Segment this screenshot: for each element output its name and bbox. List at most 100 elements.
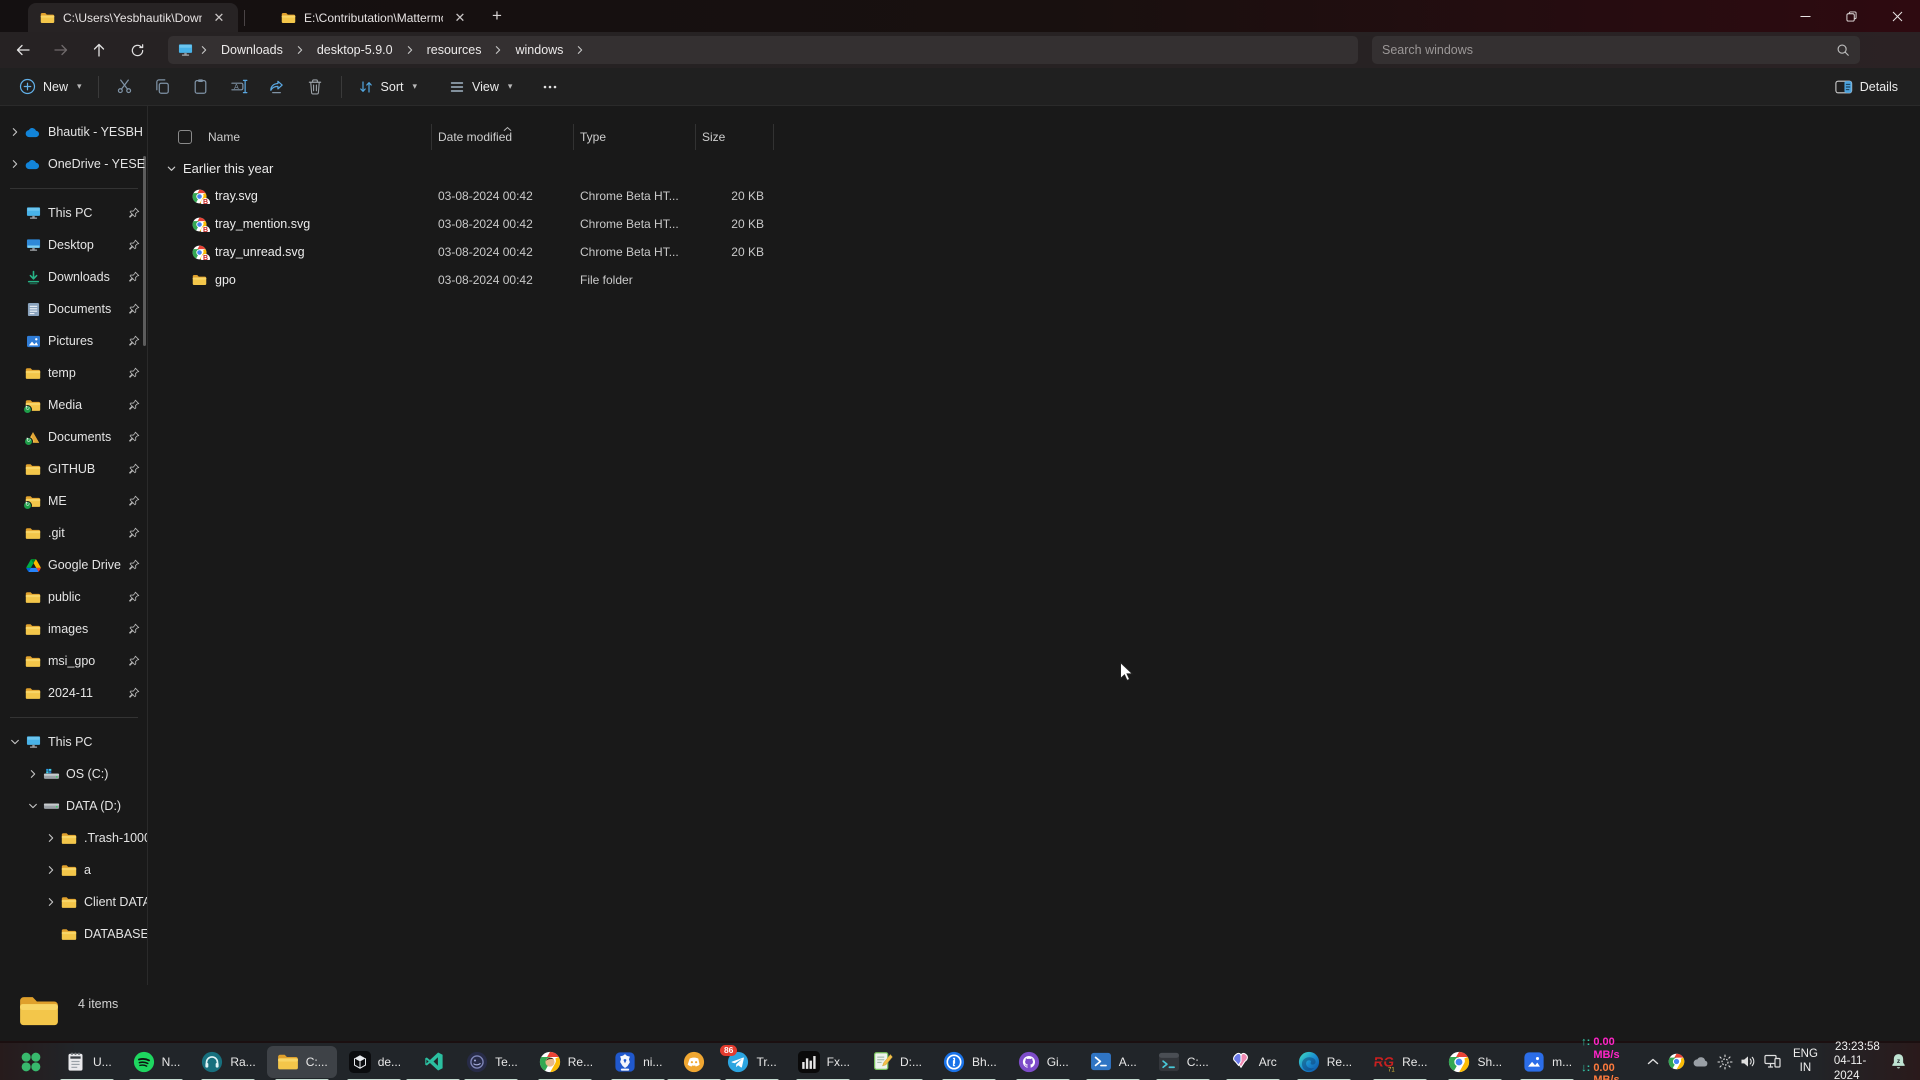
tray-volume-icon[interactable] xyxy=(1737,1047,1761,1077)
sidebar-item-msi-gpo[interactable]: msi_gpo xyxy=(0,645,148,677)
column-header-date-modified[interactable]: Date modified xyxy=(432,124,574,150)
forward-button[interactable] xyxy=(46,36,76,64)
sidebar-item-client-data[interactable]: Client DATA xyxy=(0,886,148,918)
sidebar-item-google-drive[interactable]: Google Drive xyxy=(0,549,148,581)
chevron-right-icon[interactable] xyxy=(26,769,40,779)
tray-brightness-icon[interactable] xyxy=(1713,1047,1737,1077)
notification-bell-button[interactable]: z xyxy=(1888,1047,1910,1077)
share-button[interactable] xyxy=(258,72,296,102)
breadcrumb-segment-resources[interactable]: resources xyxy=(419,41,490,59)
sidebar-item-desktop[interactable]: Desktop xyxy=(0,229,148,261)
file-row-gpo[interactable]: gpo03-08-2024 00:42File folder xyxy=(148,266,1920,294)
taskbar-app-clover[interactable] xyxy=(10,1046,52,1078)
sidebar-item-github[interactable]: GITHUB xyxy=(0,453,148,485)
up-button[interactable] xyxy=(84,36,114,64)
search-input[interactable] xyxy=(1382,43,1836,57)
taskbar-app-a[interactable]: A... xyxy=(1080,1046,1146,1078)
rename-button[interactable]: A xyxy=(220,72,258,102)
search-bar[interactable] xyxy=(1372,36,1860,64)
sidebar-item-bhautik-yesbh[interactable]: Bhautik - YESBH xyxy=(0,116,148,148)
language-indicator[interactable]: ENG IN xyxy=(1793,1048,1818,1076)
sidebar-item-public[interactable]: public xyxy=(0,581,148,613)
breadcrumb-segment-downloads[interactable]: Downloads xyxy=(213,41,291,59)
explorer-tab-2[interactable]: E:\Contributation\Mattermost\✕ xyxy=(269,3,479,32)
taskbar-app-n[interactable]: N... xyxy=(123,1046,190,1078)
chevron-right-icon[interactable] xyxy=(44,865,58,875)
tray-monitor-icon[interactable] xyxy=(1761,1047,1785,1077)
column-header-size[interactable]: Size xyxy=(696,124,774,150)
taskbar-app-sh[interactable]: Sh... xyxy=(1438,1046,1511,1078)
new-tab-button[interactable]: + xyxy=(485,4,509,28)
breadcrumb[interactable]: Downloads desktop-5.9.0 resources windows xyxy=(168,36,1358,64)
chevron-right-icon[interactable] xyxy=(44,897,58,907)
sidebar-item-temp[interactable]: temp xyxy=(0,357,148,389)
sidebar-item-documents[interactable]: Documents xyxy=(0,293,148,325)
taskbar-app-re[interactable]: Re... xyxy=(1288,1046,1361,1078)
taskbar-app-de[interactable]: de... xyxy=(339,1046,410,1078)
tab-close-icon[interactable]: ✕ xyxy=(451,9,469,27)
taskbar-app-ra[interactable]: Ra... xyxy=(191,1046,264,1078)
maximize-button[interactable] xyxy=(1828,0,1874,32)
taskbar-app-ni[interactable]: ni... xyxy=(604,1046,671,1078)
sidebar-item-a[interactable]: a xyxy=(0,854,148,886)
network-speed-widget[interactable]: ↑:0.00 MB/s ↓:0.00 MB/s xyxy=(1581,1036,1631,1080)
taskbar-app-fx[interactable]: Fx... xyxy=(788,1046,859,1078)
chevron-down-icon[interactable] xyxy=(8,737,22,747)
cut-button[interactable] xyxy=(106,72,144,102)
delete-button[interactable] xyxy=(296,72,334,102)
sidebar-item-downloads[interactable]: Downloads xyxy=(0,261,148,293)
sidebar-item-os-c[interactable]: OS (C:) xyxy=(0,758,148,790)
close-button[interactable] xyxy=(1874,0,1920,32)
refresh-button[interactable] xyxy=(122,36,152,64)
breadcrumb-segment-desktop-5-9-0[interactable]: desktop-5.9.0 xyxy=(309,41,401,59)
taskbar-app-c[interactable]: C:... xyxy=(1148,1046,1218,1078)
column-header-type[interactable]: Type xyxy=(574,124,696,150)
copy-button[interactable] xyxy=(144,72,182,102)
more-options-button[interactable] xyxy=(531,72,569,102)
clock[interactable]: 23:23:58 04-11-2024 xyxy=(1834,1040,1880,1080)
taskbar-app-c[interactable]: C:... xyxy=(267,1046,337,1078)
sidebar-item-2024-11[interactable]: 2024-11 xyxy=(0,677,148,709)
column-header-name[interactable]: Name xyxy=(148,124,432,150)
taskbar-app-arc[interactable]: Arc xyxy=(1220,1046,1286,1078)
group-header[interactable]: Earlier this year xyxy=(148,154,1920,182)
tab-close-icon[interactable]: ✕ xyxy=(210,9,228,27)
chevron-right-icon[interactable] xyxy=(8,127,22,137)
taskbar-app-d[interactable]: D:... xyxy=(861,1046,931,1078)
sort-button[interactable]: Sort ▾ xyxy=(349,73,426,101)
sidebar-item-me[interactable]: ↻ME xyxy=(0,485,148,517)
sidebar-item-data-d[interactable]: DATA (D:) xyxy=(0,790,148,822)
taskbar-app-tr[interactable]: 86Tr... xyxy=(717,1046,785,1078)
taskbar-app-u[interactable]: U... xyxy=(54,1046,121,1078)
tray-chrome-mini-icon[interactable] xyxy=(1665,1047,1689,1077)
tray-cloud-icon[interactable] xyxy=(1689,1047,1713,1077)
paste-button[interactable] xyxy=(182,72,220,102)
taskbar-app-m[interactable]: m... xyxy=(1513,1046,1581,1078)
tray-chevron-up-icon[interactable] xyxy=(1641,1047,1665,1077)
chevron-right-icon[interactable] xyxy=(8,159,22,169)
chevron-down-icon[interactable] xyxy=(26,801,40,811)
sidebar-item-this-pc[interactable]: This PC xyxy=(0,726,148,758)
taskbar-app-re[interactable]: RG71Re... xyxy=(1363,1046,1436,1078)
details-pane-button[interactable]: Details xyxy=(1827,73,1906,101)
minimize-button[interactable] xyxy=(1782,0,1828,32)
sidebar-item-database[interactable]: DATABASE xyxy=(0,918,148,950)
file-row-tray-unread-svg[interactable]: Btray_unread.svg03-08-2024 00:42Chrome B… xyxy=(148,238,1920,266)
taskbar-app-bh[interactable]: Bh... xyxy=(933,1046,1006,1078)
taskbar-app-vscode[interactable] xyxy=(412,1046,454,1078)
sidebar-item-pictures[interactable]: Pictures xyxy=(0,325,148,357)
sidebar-item-onedrive-yese[interactable]: OneDrive - YESE xyxy=(0,148,148,180)
view-button[interactable]: View ▾ xyxy=(440,73,521,101)
breadcrumb-segment-windows[interactable]: windows xyxy=(507,41,571,59)
new-button[interactable]: New ▾ xyxy=(10,72,91,101)
taskbar-app-discord[interactable] xyxy=(673,1046,715,1078)
file-row-tray-svg[interactable]: Btray.svg03-08-2024 00:42Chrome Beta HT.… xyxy=(148,182,1920,210)
sidebar-item-images[interactable]: images xyxy=(0,613,148,645)
sidebar-item-documents[interactable]: ↻Documents xyxy=(0,421,148,453)
sidebar-item-trash-1000[interactable]: .Trash-1000 xyxy=(0,822,148,854)
taskbar-app-te[interactable]: Te... xyxy=(456,1046,527,1078)
taskbar-app-gi[interactable]: Gi... xyxy=(1008,1046,1078,1078)
sidebar-item-this-pc[interactable]: This PC xyxy=(0,197,148,229)
taskbar-app-re[interactable]: Re... xyxy=(529,1046,602,1078)
sidebar-item-git[interactable]: .git xyxy=(0,517,148,549)
